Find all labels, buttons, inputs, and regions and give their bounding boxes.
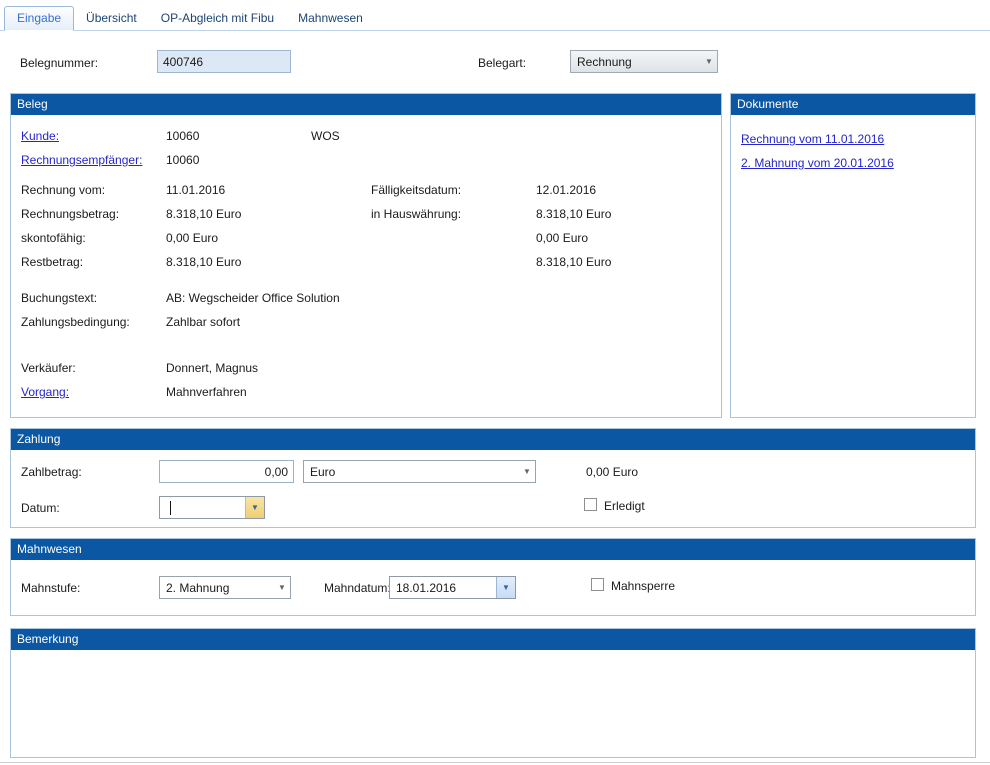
mahndatum-value: 18.01.2016 (390, 581, 496, 595)
bemerkung-textarea[interactable] (11, 650, 975, 756)
vorgang-value: Mahnverfahren (166, 385, 721, 399)
waehrung-value: Euro (304, 465, 519, 479)
row-value: 11.01.2016 (166, 183, 311, 197)
tab-uebersicht[interactable]: Übersicht (74, 7, 149, 30)
window-bottom-edge (0, 762, 990, 763)
row-value2: 8.318,10 Euro (536, 207, 721, 221)
table-row: Rechnungsbetrag: 8.318,10 Euro in Hauswä… (21, 202, 721, 226)
mahnwesen-panel-header: Mahnwesen (11, 539, 975, 560)
chevron-down-icon: ▼ (519, 461, 535, 482)
vorgang-link[interactable]: Vorgang: (21, 385, 69, 399)
mahndatum-label: Mahndatum: (324, 581, 391, 595)
dokument-link-rechnung[interactable]: Rechnung vom 11.01.2016 (741, 127, 884, 151)
belegart-dropdown[interactable]: Rechnung ▼ (570, 50, 718, 73)
zahlung-panel: Zahlung Zahlbetrag: Euro ▼ 0,00 Euro Dat… (10, 428, 976, 528)
verkaeufer-value: Donnert, Magnus (166, 361, 721, 375)
row-value: 8.318,10 Euro (166, 207, 311, 221)
zahlungsbedingung-row: Zahlungsbedingung: Zahlbar sofort (21, 310, 721, 334)
row-label2: in Hauswährung: (371, 207, 536, 221)
table-row: skontofähig: 0,00 Euro 0,00 Euro (21, 226, 721, 250)
mahnstufe-value: 2. Mahnung (160, 581, 274, 595)
mahndatum-datepicker[interactable]: 18.01.2016 ▼ (389, 576, 516, 599)
row-value2: 0,00 Euro (536, 231, 721, 245)
belegart-value: Rechnung (571, 55, 701, 69)
table-row: Restbetrag: 8.318,10 Euro 8.318,10 Euro (21, 250, 721, 274)
kunde-shortname: WOS (311, 129, 371, 143)
beleg-panel: Beleg Kunde: 10060 WOS Rechnungsempfänge… (10, 93, 722, 418)
zahlbetrag-input[interactable] (159, 460, 294, 483)
calendar-dropdown-icon[interactable]: ▼ (496, 577, 515, 598)
row-label2: Fälligkeitsdatum: (371, 183, 536, 197)
row-label: skontofähig: (21, 231, 166, 245)
bemerkung-panel-header: Bemerkung (11, 629, 975, 650)
spacer (21, 274, 721, 286)
beleg-panel-header: Beleg (11, 94, 721, 115)
kunde-row: Kunde: 10060 WOS (21, 124, 721, 148)
row-label: Restbetrag: (21, 255, 166, 269)
row-value2: 12.01.2016 (536, 183, 721, 197)
row-value: 0,00 Euro (166, 231, 311, 245)
dokumente-panel-header: Dokumente (731, 94, 975, 115)
kunde-number: 10060 (166, 129, 311, 143)
beleg-panel-body: Kunde: 10060 WOS Rechnungsempfänger: 100… (11, 115, 721, 404)
zahlungsbedingung-value: Zahlbar sofort (166, 315, 721, 329)
kunde-link[interactable]: Kunde: (21, 129, 59, 143)
mahnwesen-panel: Mahnwesen Mahnstufe: 2. Mahnung ▼ Mahnda… (10, 538, 976, 616)
rechnungsempfaenger-link[interactable]: Rechnungsempfänger: (21, 153, 142, 167)
row-value2: 8.318,10 Euro (536, 255, 721, 269)
buchungstext-value: AB: Wegscheider Office Solution (166, 291, 721, 305)
waehrung-dropdown[interactable]: Euro ▼ (303, 460, 536, 483)
datum-label: Datum: (21, 501, 60, 515)
datum-value (160, 498, 245, 518)
datum-datepicker[interactable]: ▼ (159, 496, 265, 519)
row-label: Rechnung vom: (21, 183, 166, 197)
calendar-dropdown-icon[interactable]: ▼ (245, 497, 264, 518)
chevron-down-icon: ▼ (701, 51, 717, 72)
op-verwaltung-window: Eingabe Übersicht OP-Abgleich mit Fibu M… (0, 0, 990, 765)
zahlung-panel-header: Zahlung (11, 429, 975, 450)
verkaeufer-label: Verkäufer: (21, 361, 166, 375)
chevron-down-icon: ▼ (274, 577, 290, 598)
tab-mahnwesen[interactable]: Mahnwesen (286, 7, 375, 30)
tab-op-abgleich-mit-fibu[interactable]: OP-Abgleich mit Fibu (149, 7, 286, 30)
zahlungsbedingung-label: Zahlungsbedingung: (21, 315, 166, 329)
hauswaehrung-betrag: 0,00 Euro (586, 465, 638, 479)
rechnungsempfaenger-number: 10060 (166, 153, 311, 167)
mahnstufe-dropdown[interactable]: 2. Mahnung ▼ (159, 576, 291, 599)
table-row: Rechnung vom: 11.01.2016 Fälligkeitsdatu… (21, 178, 721, 202)
erledigt-label: Erledigt (604, 499, 645, 513)
verkaeufer-row: Verkäufer: Donnert, Magnus (21, 356, 721, 380)
buchungstext-label: Buchungstext: (21, 291, 166, 305)
buchungstext-row: Buchungstext: AB: Wegscheider Office Sol… (21, 286, 721, 310)
rechnungsempfaenger-row: Rechnungsempfänger: 10060 (21, 148, 721, 172)
erledigt-checkbox[interactable] (584, 498, 597, 511)
zahlbetrag-label: Zahlbetrag: (21, 465, 82, 479)
tab-eingabe[interactable]: Eingabe (4, 6, 74, 31)
text-caret (170, 501, 171, 515)
row-label: Rechnungsbetrag: (21, 207, 166, 221)
dokument-link-mahnung[interactable]: 2. Mahnung vom 20.01.2016 (741, 151, 894, 175)
mahnsperre-label: Mahnsperre (611, 579, 675, 593)
dokumente-panel: Dokumente Rechnung vom 11.01.2016 2. Mah… (730, 93, 976, 418)
belegart-label: Belegart: (478, 56, 526, 70)
vorgang-row: Vorgang: Mahnverfahren (21, 380, 721, 404)
belegnummer-input[interactable] (157, 50, 291, 73)
row-value: 8.318,10 Euro (166, 255, 311, 269)
belegnummer-label: Belegnummer: (20, 56, 98, 70)
bemerkung-panel: Bemerkung (10, 628, 976, 758)
mahnsperre-checkbox[interactable] (591, 578, 604, 591)
spacer (21, 334, 721, 356)
tab-bar: Eingabe Übersicht OP-Abgleich mit Fibu M… (0, 6, 990, 31)
mahnstufe-label: Mahnstufe: (21, 581, 80, 595)
dokumente-panel-body: Rechnung vom 11.01.2016 2. Mahnung vom 2… (731, 115, 975, 175)
